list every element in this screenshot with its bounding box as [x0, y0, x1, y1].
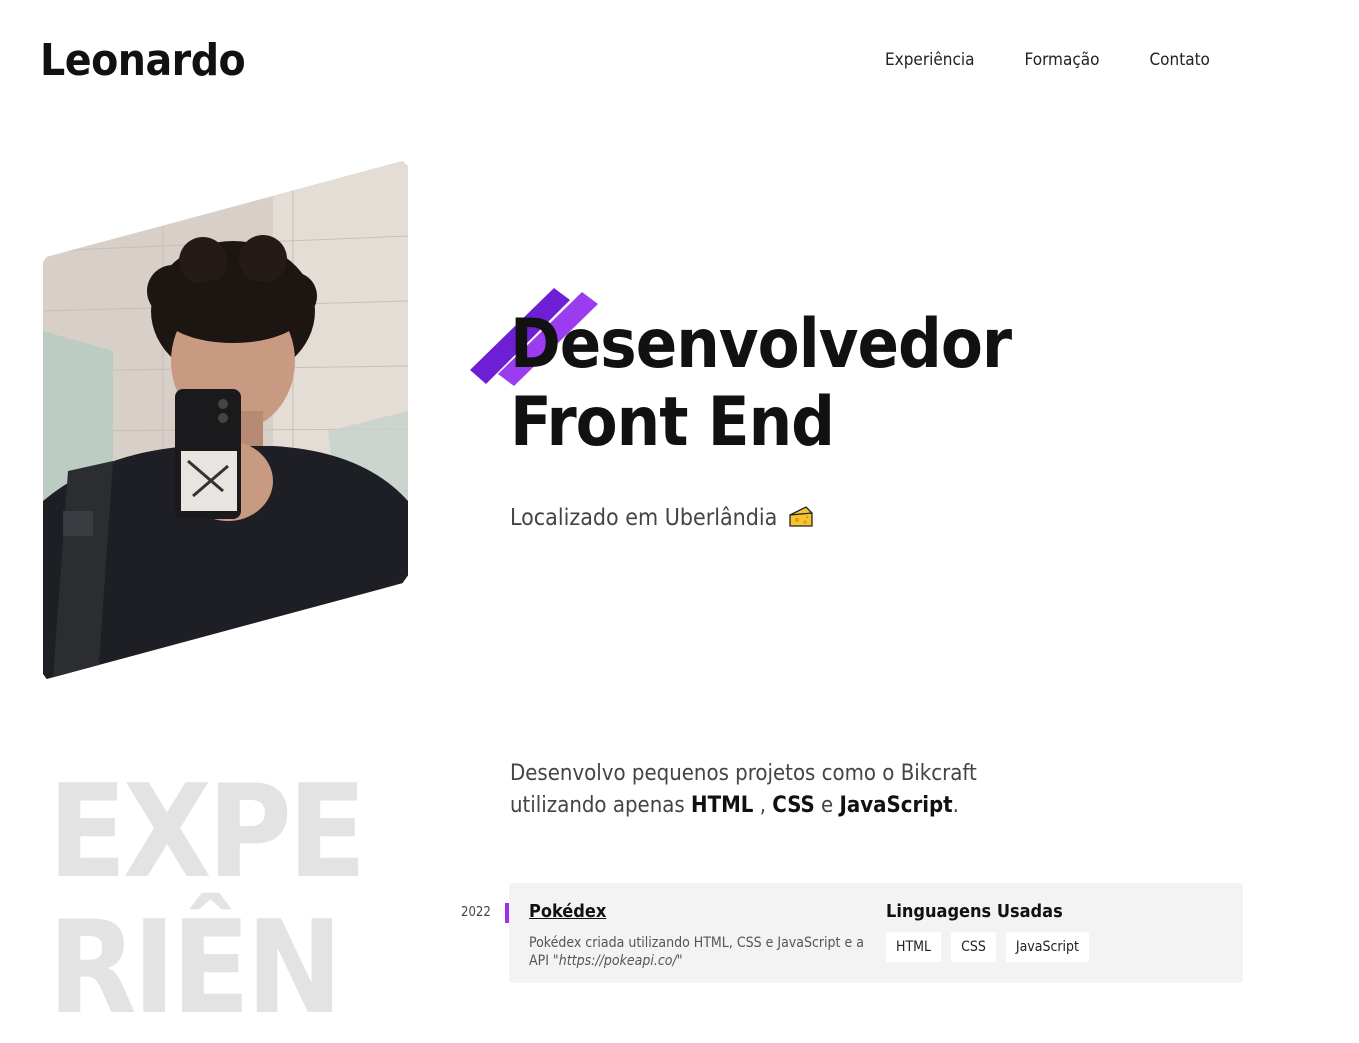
hero-title-line2: Front End [510, 383, 835, 462]
intro-suffix: . [952, 793, 959, 818]
experience-year: 2022 [461, 905, 491, 920]
experience-background-word: EXPE RIÊN [48, 758, 367, 1043]
bg-word-line1: EXPE [48, 758, 367, 907]
hero-title: Desenvolvedor Front End [510, 306, 1070, 462]
project-title-link[interactable]: Pokédex [529, 901, 606, 922]
hero-title-line1: Desenvolvedor [510, 305, 1012, 384]
profile-photo-image [43, 161, 408, 679]
location-label: Localizado em Uberlândia [510, 505, 778, 531]
site-logo[interactable]: Leonardo [40, 34, 246, 88]
intro-js: JavaScript [839, 793, 953, 818]
cheese-icon [789, 506, 813, 527]
tag-css: CSS [951, 932, 996, 962]
intro-sep2: e [821, 793, 834, 818]
intro-html: HTML [691, 793, 754, 818]
language-tags: HTML CSS JavaScript [886, 932, 1089, 962]
location-text: Localizado em Uberlândia [510, 503, 814, 533]
profile-photo [43, 161, 408, 679]
site-header: Leonardo Experiência Formação Contato [0, 0, 1359, 120]
experience-card: Pokédex Pokédex criada utilizando HTML, … [509, 883, 1243, 983]
main-nav: Experiência Formação Contato [885, 48, 1260, 72]
experience-intro: Desenvolvo pequenos projetos como o Bikc… [510, 758, 1070, 822]
bg-word-line2: RIÊN [48, 894, 343, 1043]
intro-css: CSS [772, 793, 815, 818]
nav-link-contato[interactable]: Contato [1149, 48, 1209, 72]
languages-heading: Linguagens Usadas [886, 901, 1063, 922]
intro-sep1: , [759, 793, 766, 818]
project-description: Pokédex criada utilizando HTML, CSS e Ja… [529, 934, 869, 970]
nav-link-formacao[interactable]: Formação [1025, 48, 1100, 72]
nav-link-experiencia[interactable]: Experiência [885, 48, 975, 72]
tag-html: HTML [886, 932, 942, 962]
tag-javascript: JavaScript [1005, 932, 1089, 962]
